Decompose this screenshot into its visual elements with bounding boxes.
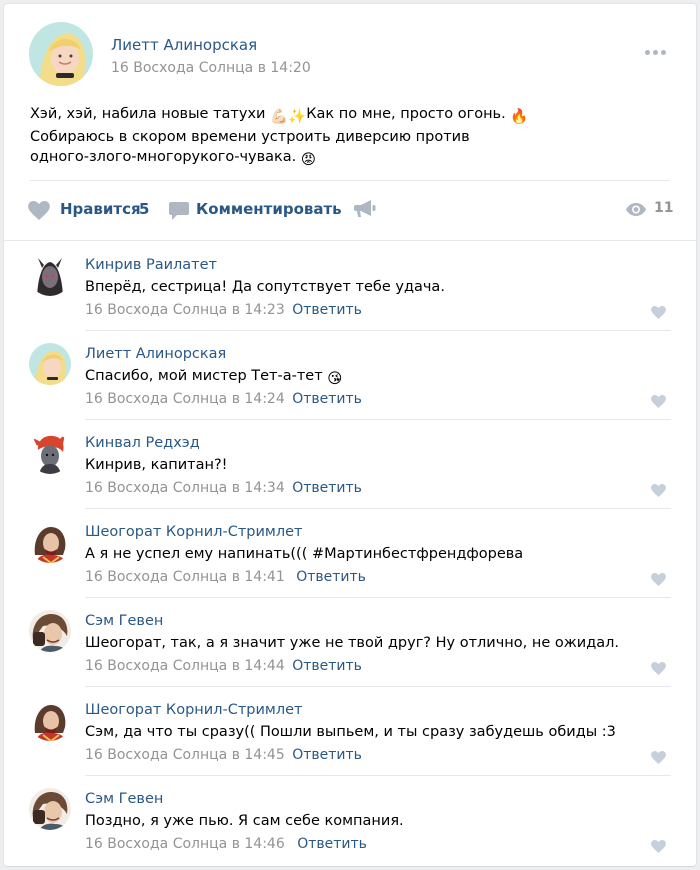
actions-divider [4,240,696,241]
like-count: 5 [139,200,150,218]
comment-item: Сэм Гевен Шеогорат, так, а я значит уже … [4,598,696,687]
commenter-avatar[interactable] [29,254,71,296]
sparkles-emoji-icon: ✨ [288,109,307,125]
reply-button[interactable]: Ответить [292,658,362,674]
reply-button[interactable]: Ответить [296,569,366,585]
eye-icon [626,203,646,216]
post-actions-bar: Нравится 5 Комментировать 11 [4,190,696,230]
commenter-avatar[interactable] [29,343,71,385]
comment-heart-icon[interactable] [651,393,667,408]
commenter-avatar[interactable] [29,699,71,741]
comment-text: Вперёд, сестрица! Да сопутствует тебе уд… [85,279,445,295]
angry-face-emoji-icon: 😡 [300,152,317,168]
comment-text: Шеогорат, так, а я значит уже не твой др… [85,635,620,651]
comment-heart-icon[interactable] [651,304,667,319]
comment-meta: 16 Восхода Солнца в 14:24 Ответить [85,391,362,407]
more-options-icon[interactable] [645,40,675,55]
heart-icon [28,201,50,220]
comment-heart-icon[interactable] [651,482,667,497]
comment-date[interactable]: 16 Восхода Солнца в 14:44 [85,658,285,674]
comment-text: Сэм, да что ты сразу(( Пошли выпьем, и т… [85,724,616,740]
comment-text: А я не успел ему напинать((( #Мартинбест… [85,546,524,562]
post-date[interactable]: 16 Восхода Солнца в 14:20 [111,60,311,76]
speech-bubble-icon [169,202,189,220]
post-text-line-3: одного-злого-многорукого-чувака. 😡 [30,149,317,168]
comment-date[interactable]: 16 Восхода Солнца в 14:45 [85,747,285,763]
comment-label: Комментировать [196,200,342,218]
kiss-face-emoji-icon: 😘 [327,371,343,387]
author-avatar[interactable] [29,22,93,86]
post-header: Лиетт Алинорская 16 Восхода Солнца в 14:… [4,4,696,99]
comment-author[interactable]: Шеогорат Корнил-Стримлет [85,702,302,718]
comment-text: Кинрив, капитан?! [85,457,228,473]
comment-author[interactable]: Сэм Гевен [85,791,163,807]
comment-item: Сэм Гевен Поздно, я уже пью. Я сам себе … [4,776,696,865]
reply-button[interactable]: Ответить [292,391,362,407]
comment-item: Кинрив Раилатет Вперёд, сестрица! Да соп… [4,242,696,331]
flexed-arm-emoji-icon: 💪🏻 [270,109,289,125]
comment-heart-icon[interactable] [651,838,667,853]
comment-date[interactable]: 16 Восхода Солнца в 14:34 [85,480,285,496]
comment-date[interactable]: 16 Восхода Солнца в 14:23 [85,302,285,318]
comment-item: Лиетт Алинорская Спасибо, мой мистер Тет… [4,331,696,420]
post-text-line-2: Собираюсь в скором времени устроить диве… [30,129,470,145]
comment-text: Поздно, я уже пью. Я сам себе компания. [85,813,404,829]
comment-author[interactable]: Шеогорат Корнил-Стримлет [85,524,302,540]
views-count: 11 [654,200,674,216]
post-text-line-1: Хэй, хэй, набила новые татухи 💪🏻✨Как по … [30,106,529,125]
like-label: Нравится [60,200,141,218]
commenter-avatar[interactable] [29,521,71,563]
reply-button[interactable]: Ответить [297,836,367,852]
commenter-avatar[interactable] [29,610,71,652]
reply-button[interactable]: Ответить [292,480,362,496]
comment-meta: 16 Восхода Солнца в 14:44 Ответить [85,658,362,674]
commenter-avatar[interactable] [29,432,71,474]
comment-heart-icon[interactable] [651,660,667,675]
comment-item: Кинвал Редхэд Кинрив, капитан?! 16 Восхо… [4,420,696,509]
reply-button[interactable]: Ответить [292,302,362,318]
comment-date[interactable]: 16 Восхода Солнца в 14:46 [85,836,285,852]
comment-author[interactable]: Сэм Гевен [85,613,163,629]
post-text: Хэй, хэй, набила новые татухи 💪🏻✨Как по … [30,104,670,170]
comment-heart-icon[interactable] [651,571,667,586]
post-card: Лиетт Алинорская 16 Восхода Солнца в 14:… [4,4,696,866]
comment-meta: 16 Восхода Солнца в 14:45 Ответить [85,747,362,763]
comment-text: Спасибо, мой мистер Тет-а-тет 😘 [85,368,343,387]
reply-button[interactable]: Ответить [292,747,362,763]
comment-meta: 16 Восхода Солнца в 14:46 Ответить [85,836,367,852]
comment-date[interactable]: 16 Восхода Солнца в 14:41 [85,569,285,585]
comment-item: Шеогорат Корнил-Стримлет А я не успел ем… [4,509,696,598]
comment-author[interactable]: Кинрив Раилатет [85,257,217,273]
commenter-avatar[interactable] [29,788,71,830]
share-megaphone-icon[interactable] [354,200,378,220]
comment-meta: 16 Восхода Солнца в 14:34 Ответить [85,480,362,496]
comment-item: Шеогорат Корнил-Стримлет Сэм, да что ты … [4,687,696,776]
comment-date[interactable]: 16 Восхода Солнца в 14:24 [85,391,285,407]
fire-emoji-icon: 🔥 [510,109,529,125]
comment-meta: 16 Восхода Солнца в 14:41 Ответить [85,569,366,585]
comment-heart-icon[interactable] [651,749,667,764]
post-author-name[interactable]: Лиетт Алинорская [111,36,257,54]
comment-author[interactable]: Кинвал Редхэд [85,435,200,451]
comment-meta: 16 Восхода Солнца в 14:23 Ответить [85,302,362,318]
comment-author[interactable]: Лиетт Алинорская [85,346,226,362]
post-divider [30,180,670,181]
